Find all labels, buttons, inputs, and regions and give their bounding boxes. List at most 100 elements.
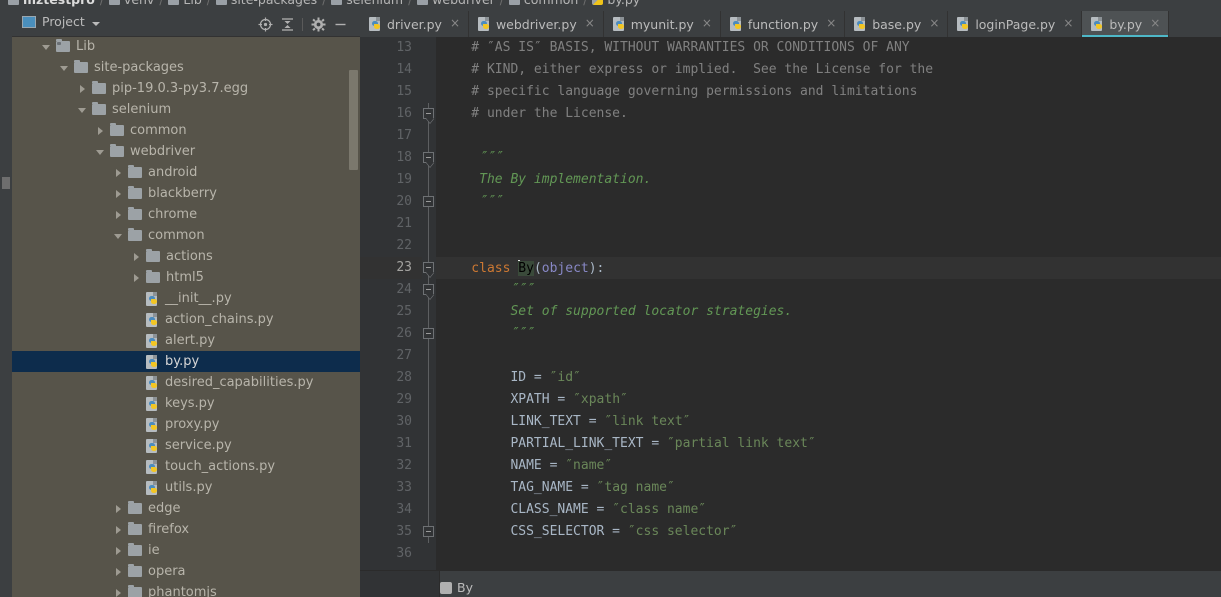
code-content[interactable]: # ″AS IS″ BASIS, WITHOUT WARRANTIES OR C… — [436, 37, 1221, 571]
close-icon[interactable]: × — [929, 16, 939, 30]
tree-item[interactable]: opera — [12, 561, 360, 582]
editor-tab[interactable]: function.py × — [720, 11, 846, 37]
code-line[interactable]: # KIND, either express or implied. See t… — [436, 59, 1221, 81]
locate-icon[interactable] — [254, 16, 276, 32]
tree-item[interactable]: android — [12, 162, 360, 183]
close-icon[interactable]: × — [1063, 16, 1073, 30]
code-line[interactable]: CSS_SELECTOR = ″css selector″ — [436, 521, 1221, 543]
code-line[interactable] — [436, 345, 1221, 367]
code-line[interactable]: ″″″ — [436, 323, 1221, 345]
fold-collapse-icon[interactable] — [423, 526, 434, 537]
code-line[interactable]: XPATH = ″xpath″ — [436, 389, 1221, 411]
fold-collapse-icon[interactable] — [423, 152, 434, 163]
line-number[interactable]: 27 — [360, 345, 422, 367]
breadcrumb-class-entry[interactable]: By — [440, 580, 473, 595]
fold-collapse-icon[interactable] — [423, 196, 434, 207]
code-line[interactable]: LINK_TEXT = ″link text″ — [436, 411, 1221, 433]
line-number[interactable]: 22 — [360, 235, 422, 257]
line-number[interactable]: 19 — [360, 169, 422, 191]
code-line[interactable]: TAG_NAME = ″tag name″ — [436, 477, 1221, 499]
fold-collapse-icon[interactable] — [423, 108, 434, 119]
tree-item[interactable]: site-packages — [12, 57, 360, 78]
tree-item[interactable]: touch_actions.py — [12, 456, 360, 477]
line-number[interactable]: 25 — [360, 301, 422, 323]
breadcrumb-item[interactable]: site-packages — [231, 0, 317, 6]
editor-tab[interactable]: webdriver.py × — [468, 11, 604, 37]
chevron-right-icon[interactable] — [132, 273, 142, 283]
chevron-right-icon[interactable] — [114, 546, 124, 556]
close-icon[interactable]: × — [585, 16, 595, 30]
code-line[interactable]: The By implementation. — [436, 169, 1221, 191]
collapse-all-icon[interactable] — [276, 16, 298, 32]
code-line[interactable]: PARTIAL_LINK_TEXT = ″partial link text″ — [436, 433, 1221, 455]
chevron-right-icon[interactable] — [114, 189, 124, 199]
line-number[interactable]: 18 — [360, 147, 422, 169]
code-line[interactable] — [436, 125, 1221, 147]
breadcrumb-item[interactable]: mztestpro — [23, 0, 95, 6]
tree-item[interactable]: webdriver — [12, 141, 360, 162]
tree-item[interactable]: selenium — [12, 99, 360, 120]
line-number[interactable]: 21 — [360, 213, 422, 235]
chevron-right-icon[interactable] — [96, 126, 106, 136]
line-number[interactable]: 35 — [360, 521, 422, 543]
tree-item[interactable]: Lib — [12, 36, 360, 57]
line-number[interactable]: 26 — [360, 323, 422, 345]
tree-item[interactable]: blackberry — [12, 183, 360, 204]
tree-item[interactable]: utils.py — [12, 477, 360, 498]
line-number[interactable]: 17 — [360, 125, 422, 147]
hide-panel-icon[interactable] — [329, 16, 351, 32]
tree-item[interactable]: pip-19.0.3-py3.7.egg — [12, 78, 360, 99]
code-line[interactable]: ″″″ — [436, 191, 1221, 213]
close-icon[interactable]: × — [1150, 16, 1160, 30]
line-number[interactable]: 28 — [360, 367, 422, 389]
line-number[interactable]: 34 — [360, 499, 422, 521]
tree-item[interactable]: common — [12, 120, 360, 141]
code-line[interactable]: ″″″ — [436, 147, 1221, 169]
chevron-down-icon[interactable] — [91, 22, 100, 26]
code-line[interactable]: ″″″ — [436, 279, 1221, 301]
line-number[interactable]: 16 — [360, 103, 422, 125]
editor-tab[interactable]: driver.py × — [360, 11, 469, 37]
chevron-right-icon[interactable] — [114, 567, 124, 577]
breadcrumb-item[interactable]: by.py — [607, 0, 640, 6]
close-icon[interactable]: × — [450, 16, 460, 30]
breadcrumb-item[interactable]: webdriver — [432, 0, 495, 6]
tree-item[interactable]: chrome — [12, 204, 360, 225]
code-folding-gutter[interactable] — [422, 37, 436, 571]
code-line[interactable]: # specific language governing permission… — [436, 81, 1221, 103]
chevron-right-icon[interactable] — [114, 525, 124, 535]
project-file-tree[interactable]: Lib site-packages pip-19.0.3-py3.7.egg sele… — [12, 36, 360, 597]
fold-collapse-icon[interactable] — [423, 262, 434, 273]
line-number[interactable]: 29 — [360, 389, 422, 411]
code-line[interactable]: # under the License. — [436, 103, 1221, 125]
editor-tab-active[interactable]: by.py × — [1082, 11, 1170, 37]
close-icon[interactable]: × — [702, 16, 712, 30]
line-number[interactable]: 31 — [360, 433, 422, 455]
chevron-right-icon[interactable] — [78, 84, 88, 94]
code-line[interactable] — [436, 213, 1221, 235]
tree-item[interactable]: ie — [12, 540, 360, 561]
settings-gear-icon[interactable] — [307, 16, 329, 32]
project-panel-title-group[interactable]: Project — [22, 15, 100, 29]
code-line[interactable] — [436, 543, 1221, 565]
line-number[interactable]: 33 — [360, 477, 422, 499]
breadcrumb-item[interactable]: common — [524, 0, 578, 6]
editor-tab-bar[interactable]: driver.py × webdriver.py × myunit.py × functio… — [360, 11, 1221, 37]
tree-item[interactable]: html5 — [12, 267, 360, 288]
line-number[interactable]: 23 — [360, 257, 422, 279]
tree-item[interactable]: alert.py — [12, 330, 360, 351]
fold-collapse-icon[interactable] — [423, 328, 434, 339]
code-line[interactable]: Set of supported locator strategies. — [436, 301, 1221, 323]
editor-tab[interactable]: base.py × — [845, 11, 949, 37]
tree-item[interactable]: phantomjs — [12, 582, 360, 597]
tree-item[interactable]: service.py — [12, 435, 360, 456]
code-line[interactable]: CLASS_NAME = ″class name″ — [436, 499, 1221, 521]
tree-item-selected[interactable]: by.py — [12, 351, 360, 372]
code-line[interactable]: NAME = ″name″ — [436, 455, 1221, 477]
tree-item[interactable]: keys.py — [12, 393, 360, 414]
chevron-right-icon[interactable] — [114, 588, 124, 597]
code-line[interactable]: class By(object): — [436, 257, 1221, 279]
editor-tab[interactable]: loginPage.py × — [948, 11, 1083, 37]
tree-item[interactable]: edge — [12, 498, 360, 519]
tree-item[interactable]: common — [12, 225, 360, 246]
